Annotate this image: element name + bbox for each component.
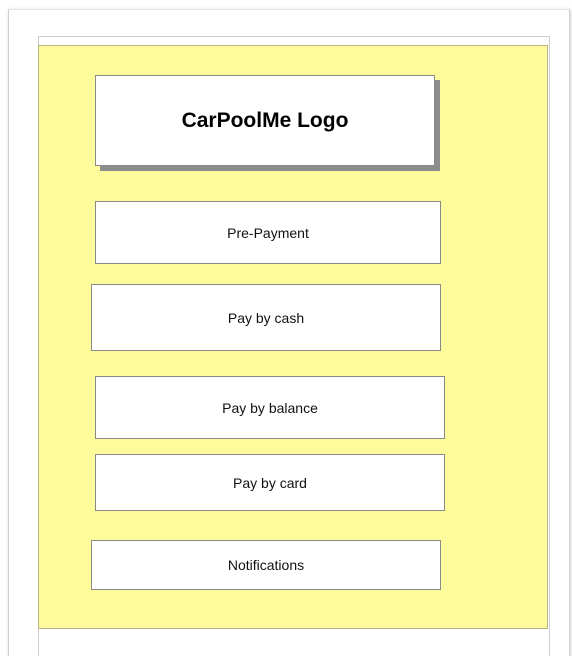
pay-by-cash-button[interactable]: Pay by cash (91, 284, 441, 351)
notifications-button[interactable]: Notifications (91, 540, 441, 590)
pay-by-card-button[interactable]: Pay by card (95, 454, 445, 511)
notifications-label: Notifications (227, 557, 305, 573)
app-logo: CarPoolMe Logo (95, 75, 435, 166)
wireframe-canvas: CarPoolMe Logo Pre-Payment Pay by cash P… (0, 0, 572, 656)
pre-payment-button[interactable]: Pre-Payment (95, 201, 441, 264)
pay-by-balance-button[interactable]: Pay by balance (95, 376, 445, 439)
pay-by-cash-label: Pay by cash (227, 309, 305, 326)
pay-by-card-label: Pay by card (233, 474, 307, 491)
pre-payment-label: Pre-Payment (227, 224, 309, 241)
pay-by-balance-label: Pay by balance (222, 399, 318, 416)
logo-text: CarPoolMe Logo (181, 108, 349, 132)
